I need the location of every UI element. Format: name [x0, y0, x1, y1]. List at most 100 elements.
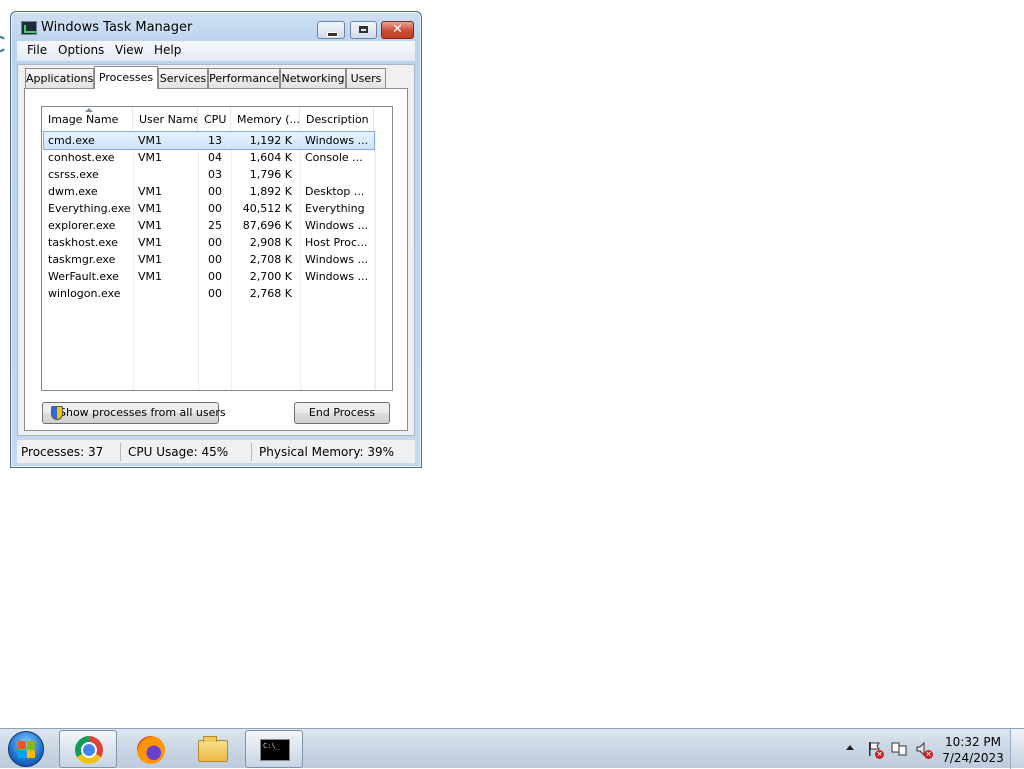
vertical-scrollbar-area: [375, 131, 392, 390]
task-manager-app-icon[interactable]: [21, 21, 37, 35]
processes-panel: Image Name User Name CPU Memory (... Des…: [24, 88, 408, 431]
status-cpu-usage: CPU Usage: 45%: [128, 445, 229, 459]
process-user-name: VM1: [138, 270, 163, 283]
process-cpu: 03: [208, 168, 222, 181]
tab-services[interactable]: Services: [158, 68, 208, 88]
table-row[interactable]: Everything.exe VM1 00 40,512 K Everything: [42, 200, 392, 217]
close-button[interactable]: ✕: [381, 21, 414, 39]
process-list-header: Image Name User Name CPU Memory (... Des…: [42, 107, 392, 131]
column-header-user-name[interactable]: User Name: [133, 107, 198, 131]
process-memory: 87,696 K: [242, 219, 292, 232]
table-row[interactable]: WerFault.exe VM1 00 2,700 K Windows ...: [42, 268, 392, 285]
menu-options[interactable]: Options: [56, 43, 106, 57]
column-header-memory[interactable]: Memory (...: [231, 107, 300, 131]
tab-applications[interactable]: Applications: [25, 68, 94, 88]
taskbar-command-prompt[interactable]: C:\_: [245, 730, 303, 768]
task-manager-window: Windows Task Manager ✕ File Options View…: [10, 11, 422, 468]
process-cpu: 00: [208, 236, 222, 249]
process-list[interactable]: Image Name User Name CPU Memory (... Des…: [41, 106, 393, 391]
table-row[interactable]: cmd.exe VM1 13 1,192 K Windows ...: [43, 131, 375, 150]
table-row[interactable]: explorer.exe VM1 25 87,696 K Windows ...: [42, 217, 392, 234]
process-cpu: 25: [208, 219, 222, 232]
column-header-cpu[interactable]: CPU: [198, 107, 231, 131]
process-memory: 2,700 K: [249, 270, 292, 283]
minimize-button[interactable]: [317, 21, 345, 39]
end-process-label: End Process: [308, 406, 376, 419]
taskbar: C:\_ × × 10:32 PM 7/24/2023: [0, 728, 1024, 769]
process-image-name: winlogon.exe: [48, 287, 121, 300]
taskbar-firefox[interactable]: [120, 730, 178, 768]
process-memory: 40,512 K: [242, 202, 292, 215]
process-memory: 2,768 K: [249, 287, 292, 300]
show-desktop-button[interactable]: [1010, 729, 1024, 769]
process-rows: cmd.exe VM1 13 1,192 K Windows ... conhost.ex…: [42, 131, 392, 302]
process-image-name: Everything.exe: [48, 202, 131, 215]
process-image-name: conhost.exe: [48, 151, 115, 164]
busy-cursor-icon: [0, 36, 7, 52]
volume-muted-icon[interactable]: ×: [915, 741, 933, 759]
uac-shield-icon: [51, 406, 63, 420]
column-header-image-name[interactable]: Image Name: [42, 107, 133, 131]
windows-logo-icon: [18, 741, 36, 759]
column-header-label: Description: [306, 113, 369, 126]
title-bar[interactable]: Windows Task Manager ✕: [11, 12, 421, 42]
process-description: Everything: [305, 202, 365, 215]
status-physical-memory: Physical Memory: 39%: [259, 445, 395, 459]
tab-processes[interactable]: Processes: [94, 66, 158, 89]
status-separator: [120, 443, 121, 461]
table-row[interactable]: winlogon.exe 00 2,768 K: [42, 285, 392, 302]
chrome-icon: [75, 736, 103, 764]
table-row[interactable]: dwm.exe VM1 00 1,892 K Desktop ...: [42, 183, 392, 200]
process-memory: 1,892 K: [249, 185, 292, 198]
process-cpu: 13: [208, 134, 222, 147]
column-header-label: CPU: [204, 113, 227, 126]
show-all-users-button[interactable]: Show processes from all users: [42, 402, 226, 424]
maximize-icon: [359, 26, 368, 33]
table-row[interactable]: taskmgr.exe VM1 00 2,708 K Windows ...: [42, 251, 392, 268]
process-description: Console ...: [305, 151, 363, 164]
show-hidden-icons-chevron-icon[interactable]: [846, 745, 854, 750]
minimize-icon: [327, 32, 338, 37]
process-cpu: 00: [208, 287, 222, 300]
end-process-button[interactable]: End Process: [294, 402, 390, 424]
system-clock[interactable]: 10:32 PM 7/24/2023: [938, 734, 1008, 766]
tab-performance[interactable]: Performance: [208, 68, 280, 88]
status-processes: Processes: 37: [21, 445, 104, 459]
error-badge-icon: ×: [875, 750, 884, 759]
table-row[interactable]: taskhost.exe VM1 00 2,908 K Host Proc...: [42, 234, 392, 251]
menu-help[interactable]: Help: [152, 43, 183, 57]
table-row[interactable]: conhost.exe VM1 04 1,604 K Console ...: [42, 149, 392, 166]
close-icon: ✕: [392, 22, 403, 37]
taskbar-file-explorer[interactable]: [183, 730, 241, 768]
column-header-label: Image Name: [48, 113, 119, 126]
mute-badge-icon: ×: [924, 750, 933, 759]
start-button[interactable]: [8, 731, 44, 767]
menu-file[interactable]: File: [25, 43, 49, 57]
process-image-name: taskmgr.exe: [48, 253, 116, 266]
logo-quadrant: [27, 750, 35, 758]
process-memory: 1,796 K: [249, 168, 292, 181]
process-cpu: 00: [208, 253, 222, 266]
clock-time: 10:32 PM: [945, 735, 1001, 749]
tab-users[interactable]: Users: [346, 68, 386, 88]
process-image-name: csrss.exe: [48, 168, 99, 181]
process-image-name: explorer.exe: [48, 219, 116, 232]
process-user-name: VM1: [138, 151, 163, 164]
network-icon[interactable]: [891, 741, 907, 757]
maximize-button[interactable]: [350, 21, 377, 39]
process-user-name: VM1: [138, 134, 163, 147]
process-image-name: dwm.exe: [48, 185, 98, 198]
process-user-name: VM1: [138, 202, 163, 215]
action-center-icon[interactable]: ×: [866, 741, 884, 759]
menu-view[interactable]: View: [113, 43, 145, 57]
column-header-description[interactable]: Description: [300, 107, 374, 131]
tab-networking[interactable]: Networking: [280, 68, 346, 88]
taskbar-chrome[interactable]: [59, 730, 117, 768]
process-memory: 1,604 K: [249, 151, 292, 164]
process-user-name: VM1: [138, 219, 163, 232]
table-row[interactable]: csrss.exe 03 1,796 K: [42, 166, 392, 183]
status-separator: [251, 443, 252, 461]
column-header-label: Memory (...: [237, 113, 300, 126]
process-description: Windows ...: [305, 134, 369, 147]
logo-quadrant: [18, 741, 26, 749]
